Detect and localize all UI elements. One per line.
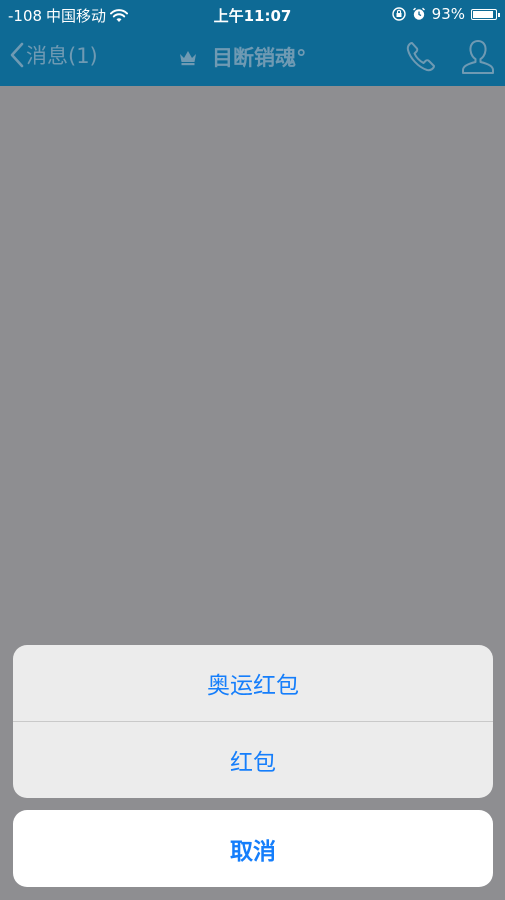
option-label: 奥运红包 [207, 673, 299, 699]
nav-bar: 消息(1) 目断销魂° [0, 28, 505, 86]
phone-icon[interactable] [404, 40, 438, 74]
battery-fill [473, 10, 493, 18]
option-label: 红包 [230, 750, 276, 776]
status-right: 93% [391, 5, 500, 23]
cancel-label: 取消 [230, 838, 276, 865]
cancel-button[interactable]: 取消 [13, 810, 493, 887]
status-bar: -108 中国移动 上午11:07 93% [0, 0, 505, 28]
profile-icon[interactable] [460, 38, 496, 76]
nav-title: 目断销魂° [212, 46, 307, 70]
back-button[interactable]: 消息(1) [10, 40, 98, 70]
battery-percent: 93% [431, 5, 465, 23]
screen: -108 中国移动 上午11:07 93% 消息(1) 目断销魂° 奥运红包 红… [0, 0, 505, 900]
olympic-red-packet-option[interactable]: 奥运红包 [13, 645, 493, 721]
crown-icon [180, 51, 196, 66]
alarm-icon [412, 7, 425, 20]
battery-nub [498, 12, 500, 17]
back-label: 消息(1) [26, 44, 98, 68]
chevron-left-icon [10, 42, 24, 68]
rotation-lock-icon [391, 7, 406, 21]
nav-title-wrap: 目断销魂° [178, 42, 307, 72]
action-sheet-group: 奥运红包 红包 [13, 645, 493, 798]
battery-icon [471, 8, 500, 20]
red-packet-option[interactable]: 红包 [13, 722, 493, 798]
